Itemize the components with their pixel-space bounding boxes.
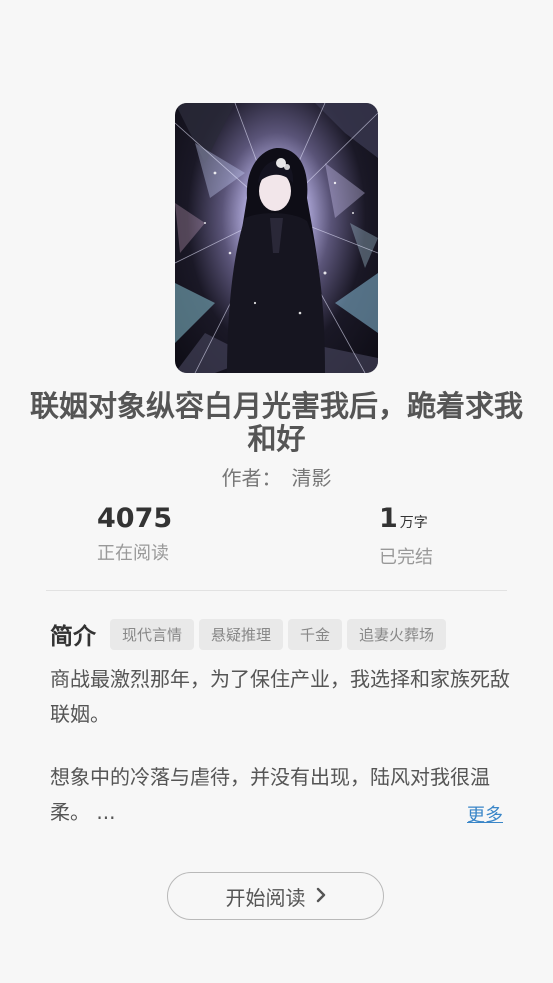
genre-tag[interactable]: 追妻火葬场 bbox=[347, 618, 447, 650]
readers-stat: 4075 正在阅读 bbox=[97, 503, 172, 565]
start-reading-button[interactable]: 开始阅读 bbox=[167, 872, 384, 920]
intro-header: 简介 现代言情 悬疑推理 千金 追妻火葬场 bbox=[50, 617, 451, 651]
genre-tag[interactable]: 现代言情 bbox=[110, 618, 195, 650]
book-cover-image[interactable] bbox=[175, 103, 378, 373]
readers-count: 4075 bbox=[97, 503, 173, 534]
word-count-value: 1 bbox=[379, 503, 398, 534]
book-title: 联姻对象纵容白月光害我后，跪着求我和好 bbox=[30, 389, 524, 456]
section-divider bbox=[46, 590, 507, 591]
genre-tag[interactable]: 悬疑推理 bbox=[199, 618, 284, 650]
author-label: 作者： bbox=[221, 466, 282, 490]
intro-heading: 简介 bbox=[50, 624, 96, 650]
chevron-right-icon bbox=[316, 884, 326, 908]
more-link[interactable]: 更多 bbox=[467, 801, 503, 827]
author-row: 作者： 清影 bbox=[0, 462, 553, 491]
cover-illustration bbox=[175, 103, 378, 373]
genre-tag[interactable]: 千金 bbox=[288, 618, 343, 650]
author-name[interactable]: 清影 bbox=[292, 466, 332, 490]
book-detail-page: 联姻对象纵容白月光害我后，跪着求我和好 作者： 清影 4075 正在阅读 1 万字 … bbox=[0, 0, 553, 983]
completion-status: 已完结 bbox=[379, 547, 433, 568]
intro-paragraph: 想象中的冷落与虐待，并没有出现，陆风对我很温柔。 ... bbox=[50, 765, 490, 824]
word-count-unit: 万字 bbox=[399, 515, 428, 531]
start-reading-label: 开始阅读 bbox=[225, 885, 306, 910]
word-count-stat: 1 万字 已完结 bbox=[379, 503, 433, 569]
intro-paragraph: 商战最激烈那年，为了保住产业，我选择和家族死敌联姻。 bbox=[50, 667, 510, 726]
readers-label: 正在阅读 bbox=[97, 543, 169, 564]
